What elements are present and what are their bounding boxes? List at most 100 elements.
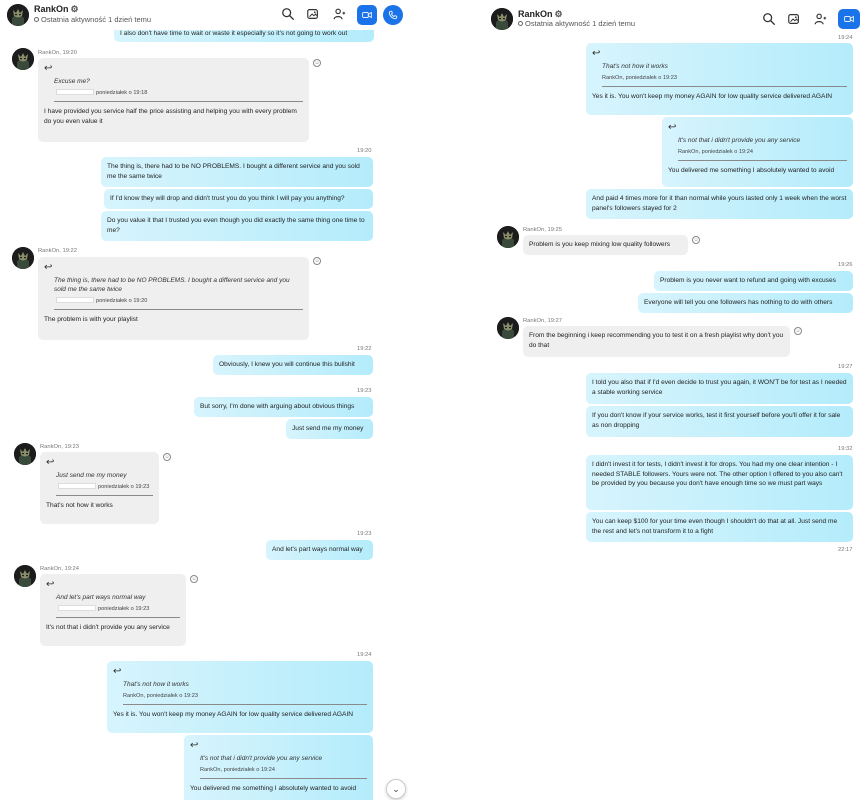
video-call-icon[interactable] (357, 5, 377, 25)
contact-name: RankOn (518, 9, 553, 19)
video-call-icon[interactable] (838, 9, 860, 29)
add-people-icon[interactable] (813, 12, 827, 26)
redacted-name (58, 605, 96, 612)
message-bubble[interactable]: The thing is, there had to be NO PROBLEM… (101, 157, 373, 187)
search-icon[interactable] (281, 7, 295, 21)
conversation-panel-left[interactable]: I also don't have time to wait or waste … (0, 0, 408, 800)
message-bubble[interactable]: I told you also that if I'd even decide … (586, 373, 853, 404)
message-text: If you don't know if your service works,… (592, 412, 841, 429)
message-bubble[interactable]: Problem is you never want to refund and … (654, 271, 853, 291)
avatar[interactable] (497, 226, 519, 248)
reply-arrow-icon: ↩ (46, 457, 55, 468)
message-bubble[interactable]: ↩ That's not how it works RankOn, ponied… (586, 43, 853, 115)
quoted-text: It's not that i didn't provide you any s… (678, 137, 801, 144)
emoji-reaction-icon[interactable]: ☺ (794, 327, 802, 335)
presence-status: Ostatnia aktywność 1 dzień temu (34, 15, 151, 24)
reply-arrow-icon: ↩ (190, 740, 199, 751)
avatar[interactable] (12, 48, 34, 70)
reply-arrow-icon: ↩ (44, 262, 53, 273)
message-bubble[interactable]: Do you value it that I trusted you even … (101, 211, 373, 241)
message-bubble[interactable]: Obviously, I knew you will continue this… (213, 355, 373, 375)
avatar[interactable] (14, 565, 36, 587)
quoted-message[interactable]: ↩ That's not how it works RankOn, ponied… (113, 667, 367, 706)
message-text: It's not that i didn't provide you any s… (46, 624, 170, 632)
message-bubble[interactable]: ↩ Excuse me? poniedziałek o 19:18 I have… (38, 58, 309, 142)
emoji-reaction-icon[interactable]: ☺ (313, 59, 321, 67)
avatar[interactable] (7, 4, 29, 26)
avatar[interactable] (497, 317, 519, 339)
emoji-reaction-icon[interactable]: ☺ (692, 236, 700, 244)
message-text: Yes it is. You won't keep my money AGAIN… (113, 711, 353, 719)
message-text: Yes it is. You won't keep my money AGAIN… (592, 93, 832, 101)
message-bubble[interactable]: ↩ And let's part ways normal way poniedz… (40, 574, 186, 646)
message-bubble[interactable]: Problem is you keep mixing low quality f… (523, 235, 688, 255)
message-bubble[interactable]: ↩ It's not that i didn't provide you any… (184, 735, 373, 800)
message-bubble[interactable]: ↩ Just send me my money poniedziałek o 1… (40, 452, 159, 524)
message-bubble[interactable]: If I'd know they will drop and didn't tr… (104, 189, 373, 209)
emoji-reaction-icon[interactable]: ☺ (190, 575, 198, 583)
sender-label: RankOn, 19:27 (523, 318, 562, 324)
timestamp: 19:23 (357, 531, 372, 537)
message-text: Just send me my money (292, 425, 364, 432)
quoted-message[interactable]: ↩ That's not how it works RankOn, ponied… (592, 48, 847, 88)
quote-divider (678, 160, 847, 162)
message-text: You can keep $100 for your time even tho… (592, 518, 838, 535)
message-text: From the beginning i keep recommending y… (529, 332, 784, 349)
avatar[interactable] (12, 247, 34, 269)
quote-divider (200, 778, 367, 780)
quoted-message[interactable]: ↩ Just send me my money poniedziałek o 1… (46, 457, 153, 497)
contact-name-row[interactable]: RankOn ⚙ (34, 4, 79, 15)
reply-arrow-icon: ↩ (592, 48, 601, 59)
quoted-text: And let's part ways normal way (56, 594, 146, 601)
quote-divider (56, 617, 180, 619)
message-bubble[interactable]: ↩ The thing is, there had to be NO PROBL… (38, 257, 309, 340)
message-bubble[interactable]: Just send me my money (286, 419, 373, 439)
emoji-reaction-icon[interactable]: ☺ (163, 453, 171, 461)
message-bubble[interactable]: And paid 4 times more for it than normal… (586, 189, 853, 219)
quoted-message[interactable]: ↩ It's not that i didn't provide you any… (668, 122, 847, 162)
presence-text: Ostatnia aktywność 1 dzień temu (525, 19, 636, 28)
message-bubble[interactable]: You can keep $100 for your time even tho… (586, 512, 853, 542)
message-bubble[interactable]: ↩ That's not how it works RankOn, ponied… (107, 661, 373, 733)
quoted-text: That's not how it works (602, 63, 668, 70)
message-bubble[interactable]: If you don't know if your service works,… (586, 406, 853, 437)
message-bubble[interactable]: Everyone will tell you one followers has… (638, 293, 853, 313)
presence-dot-icon (34, 17, 39, 22)
message-bubble[interactable]: I didn't invest it for tests, I didn't i… (586, 455, 853, 510)
message-text: You delivered me something I absolutely … (190, 785, 357, 793)
reply-arrow-icon: ↩ (44, 63, 53, 74)
quote-divider (54, 309, 303, 311)
timestamp: 19:24 (838, 35, 853, 41)
gallery-icon[interactable] (306, 7, 320, 21)
avatar[interactable] (491, 8, 513, 30)
sender-label: RankOn, 19:20 (38, 50, 77, 56)
gear-icon[interactable]: ⚙ (71, 4, 79, 14)
message-text: And paid 4 times more for it than normal… (592, 195, 847, 212)
chat-header: RankOn ⚙ Ostatnia aktywność 1 dzień temu (489, 5, 864, 35)
phone-call-icon[interactable] (383, 5, 403, 25)
chevron-down-icon[interactable]: ⌄ (386, 779, 406, 799)
gallery-icon[interactable] (787, 12, 801, 26)
quoted-message[interactable]: ↩ The thing is, there had to be NO PROBL… (44, 262, 303, 311)
message-bubble[interactable]: But sorry, I'm done with arguing about o… (194, 397, 373, 417)
reply-arrow-icon: ↩ (668, 122, 677, 133)
search-icon[interactable] (762, 12, 776, 26)
message-bubble[interactable]: From the beginning i keep recommending y… (523, 326, 790, 357)
gear-icon[interactable]: ⚙ (555, 9, 563, 19)
quoted-meta: RankOn, poniedziałek o 19:23 (602, 75, 677, 82)
sender-label: RankOn, 19:22 (38, 248, 77, 254)
message-bubble[interactable]: ↩ It's not that i didn't provide you any… (662, 117, 853, 187)
quoted-message[interactable]: ↩ Excuse me? poniedziałek o 19:18 (44, 63, 303, 103)
quoted-message[interactable]: ↩ It's not that i didn't provide you any… (190, 740, 367, 780)
message-bubble[interactable]: And let's part ways normal way (266, 540, 373, 560)
emoji-reaction-icon[interactable]: ☺ (313, 257, 321, 265)
conversation-panel-right[interactable]: 19:24 ↩ That's not how it works RankOn, … (489, 0, 864, 800)
quoted-text: Excuse me? (54, 78, 90, 85)
message-text: And let's part ways normal way (272, 546, 363, 553)
quoted-message[interactable]: ↩ And let's part ways normal way poniedz… (46, 580, 180, 619)
quote-divider (602, 86, 847, 88)
message-text: Do you value it that I trusted you even … (107, 217, 365, 234)
timestamp: 19:26 (838, 262, 853, 268)
avatar[interactable] (14, 443, 36, 465)
add-people-icon[interactable] (332, 7, 346, 21)
